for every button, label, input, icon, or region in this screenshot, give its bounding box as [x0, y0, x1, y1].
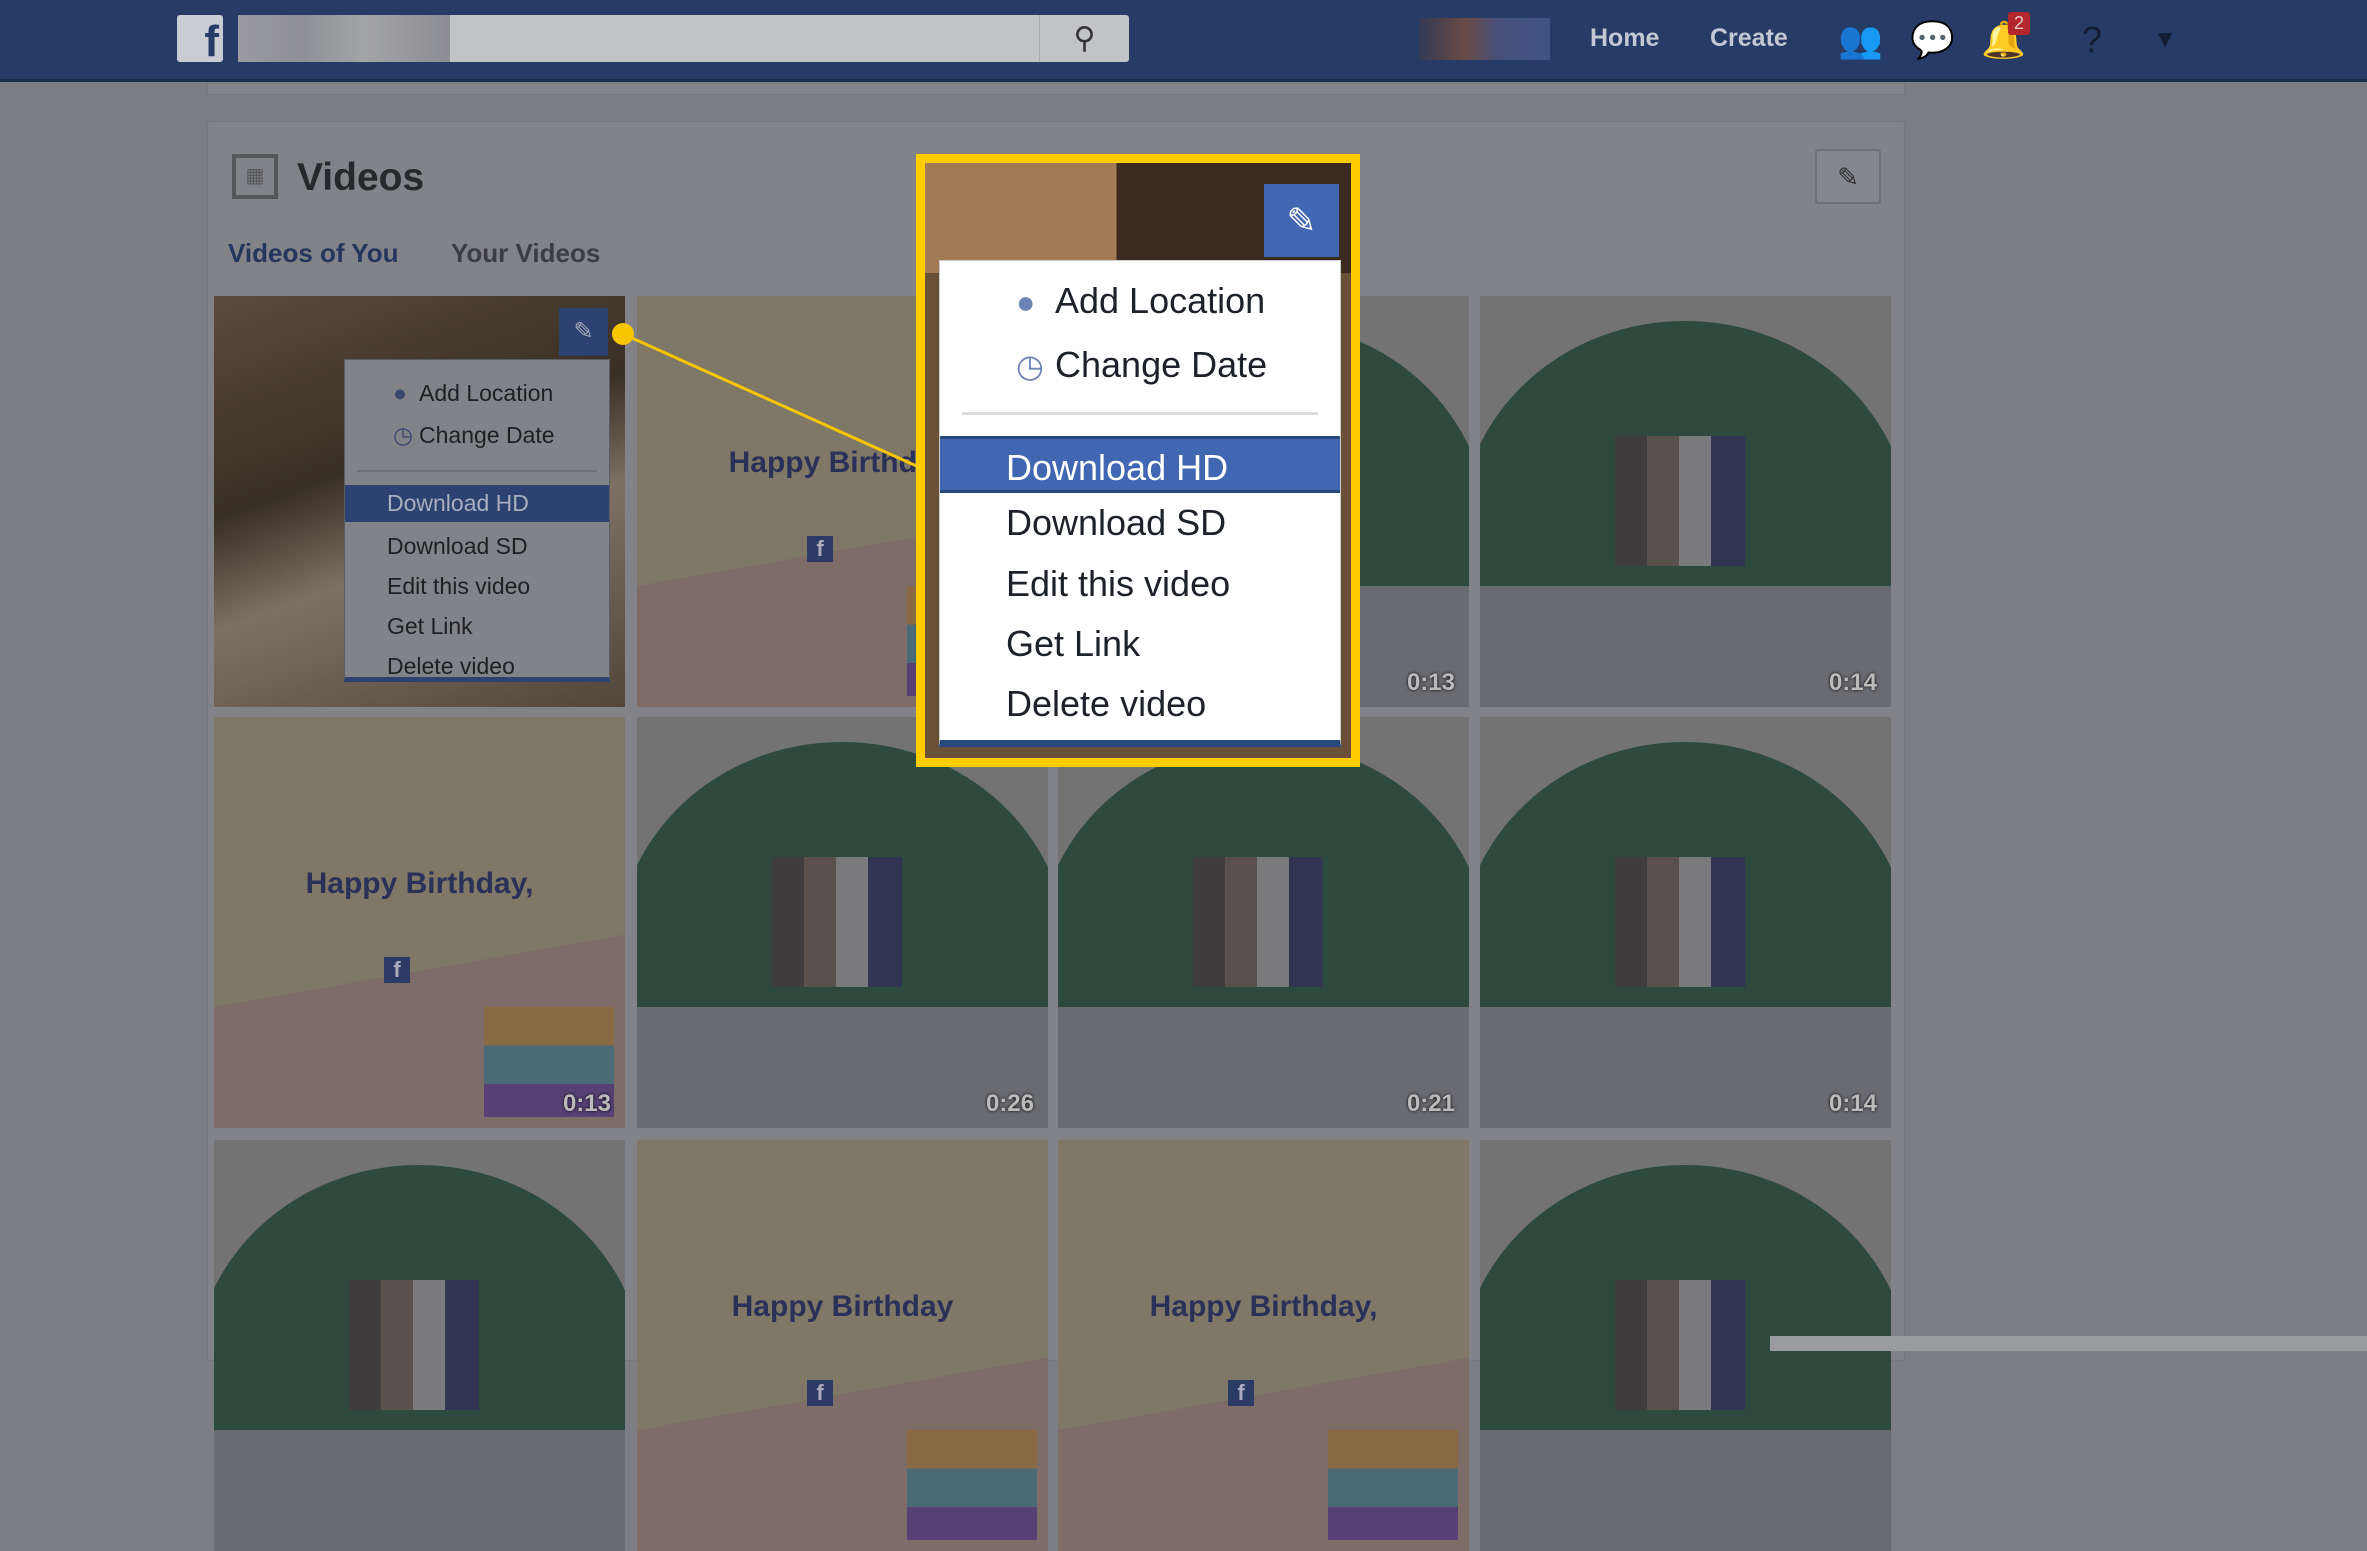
zoomed-video-options-menu: ● Add Location ◷ Change Date Download HD D… [939, 260, 1341, 747]
label: Add Location [1055, 280, 1266, 321]
clock-icon: ◷ [1016, 348, 1044, 384]
callout-dot [612, 323, 634, 345]
menu-divider [962, 412, 1318, 415]
location-pin-icon: ● [1016, 284, 1036, 320]
menu-item-add-location[interactable]: ● Add Location [940, 272, 1340, 329]
menu-item-change-date[interactable]: ◷ Change Date [940, 336, 1340, 393]
menu-item-download-sd[interactable]: Download SD [940, 494, 1340, 551]
cake-illustration [1328, 1430, 1458, 1540]
facebook-flag-icon: f [807, 1380, 833, 1406]
menu-item-edit-video[interactable]: Edit this video [940, 555, 1340, 612]
facebook-flag-icon: f [1228, 1380, 1254, 1406]
cake-illustration [907, 1430, 1037, 1540]
zoomed-pencil-button[interactable]: ✎ [1264, 184, 1339, 257]
chat-bar[interactable] [1770, 1336, 2367, 1351]
ground [214, 1430, 625, 1551]
ground [1480, 1430, 1891, 1551]
menu-item-get-link[interactable]: Get Link [940, 615, 1340, 672]
menu-item-download-hd[interactable]: Download HD [940, 436, 1340, 493]
menu-item-delete-video[interactable]: Delete video [940, 675, 1340, 732]
label: Change Date [1055, 344, 1268, 385]
